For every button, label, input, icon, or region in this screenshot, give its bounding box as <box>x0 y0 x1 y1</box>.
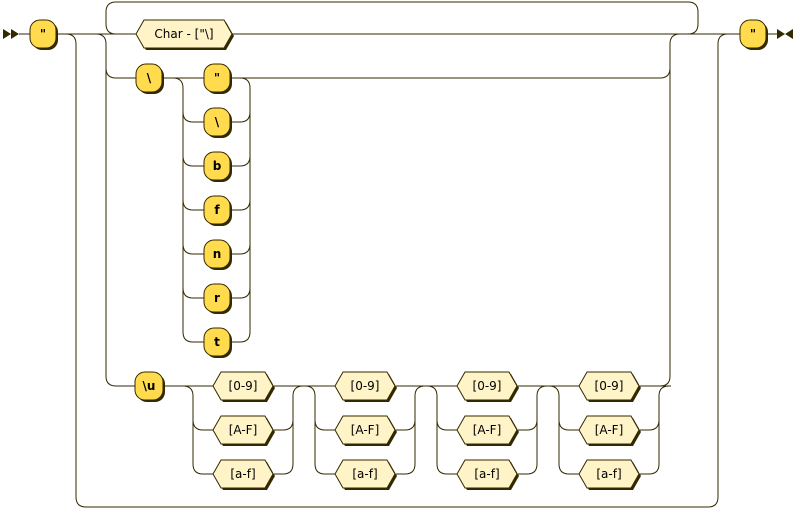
hex-digit-nonterminal: [A-F] <box>334 415 397 446</box>
escape-char-terminal-label: f <box>214 203 220 217</box>
hex-digit-nonterminal-label: [A-F] <box>229 423 258 437</box>
hex-right-branch <box>396 419 416 431</box>
escape-right-rail <box>231 88 251 343</box>
hex-digit-nonterminal-label: [0-9] <box>351 379 380 393</box>
escape-char-terminal: n <box>203 239 232 270</box>
hex-left-branch <box>192 419 213 431</box>
hex-digit-nonterminal-label: [0-9] <box>595 379 624 393</box>
unicode-prefix-terminal-label: \u <box>143 379 156 393</box>
escape-char-terminal-label: n <box>213 247 222 261</box>
hex-digit-nonterminal-label: [0-9] <box>229 379 258 393</box>
start-quote-terminal-label: " <box>40 27 46 41</box>
hex-digit-nonterminal: [0-9] <box>578 371 641 402</box>
diagram-lines <box>19 1 777 508</box>
hex-digit-nonterminal: [a-f] <box>212 459 275 490</box>
escape-char-terminal: r <box>203 283 232 314</box>
escape-branch <box>182 155 204 167</box>
hex-digit-nonterminal-label: [a-f] <box>596 467 621 481</box>
unicode-prefix-terminal: \u <box>134 371 165 402</box>
hex-left-branch <box>314 419 335 431</box>
escape-char-terminal: \ <box>203 107 232 138</box>
escape-char-terminal-label: t <box>214 335 220 349</box>
hex-digit-nonterminal: [a-f] <box>334 459 397 490</box>
end-quote-terminal-label: " <box>750 27 756 41</box>
escape-char-terminal-label: \ <box>215 115 220 129</box>
escape-branch <box>182 287 204 299</box>
escape-branch <box>182 111 204 123</box>
hex-digit-nonterminal: [A-F] <box>212 415 275 446</box>
hex-right-branch <box>274 419 294 431</box>
escape-char-terminal-label: " <box>214 71 220 85</box>
escape-char-terminal-label: b <box>213 159 222 173</box>
hex-digit-nonterminal: [A-F] <box>456 415 519 446</box>
hex-digit-nonterminal: [A-F] <box>578 415 641 446</box>
start-quote-terminal: " <box>29 19 58 50</box>
hex-digit-nonterminal-label: [A-F] <box>473 423 502 437</box>
escape-char-terminal: b <box>203 151 232 182</box>
hex-right-branch <box>518 419 538 431</box>
escape-char-terminal: f <box>203 195 232 226</box>
backslash-terminal: \ <box>135 63 164 94</box>
hex-digit-nonterminal-label: [a-f] <box>352 467 377 481</box>
escape-char-terminal: t <box>203 327 232 358</box>
end-marker-icon <box>777 29 793 39</box>
escape-branch-right <box>231 155 251 167</box>
hex-left-branch <box>558 419 579 431</box>
hex-digit-nonterminal-label: [A-F] <box>351 423 380 437</box>
escape-branch-right <box>231 243 251 255</box>
hex-digit-nonterminal: [a-f] <box>578 459 641 490</box>
start-marker-icon <box>3 29 19 39</box>
end-quote-terminal: " <box>739 19 768 50</box>
escape-char-terminal-label: r <box>214 291 220 305</box>
escape-branch-right <box>231 199 251 211</box>
hex-digit-nonterminal: [a-f] <box>456 459 519 490</box>
char-nonterminal-label: Char - ["\] <box>154 27 213 41</box>
hex-digit-nonterminal-label: [A-F] <box>595 423 624 437</box>
diagram-nodes: " Char - ["\] \ " \ b f n r t \u [0-9] [A-F] [a-f] [0-… <box>29 19 768 490</box>
rail-to-backslash <box>105 67 136 79</box>
rail-to-unicode <box>95 33 136 387</box>
hex-right-branch <box>640 419 660 431</box>
escape-char-terminal: " <box>203 63 232 94</box>
hex-digit-nonterminal: [0-9] <box>334 371 397 402</box>
hex-left-branch <box>436 419 457 431</box>
escape-branch-right <box>231 111 251 123</box>
hex-digit-nonterminal-label: [a-f] <box>474 467 499 481</box>
hex-digit-nonterminal-label: [0-9] <box>473 379 502 393</box>
escape-right-top <box>239 77 251 89</box>
backslash-terminal-label: \ <box>147 71 152 85</box>
char-nonterminal: Char - ["\] <box>135 19 234 50</box>
hex-digit-nonterminal: [0-9] <box>212 371 275 402</box>
escape-branch <box>182 243 204 255</box>
hex-digit-nonterminal-label: [a-f] <box>230 467 255 481</box>
railroad-diagram: " Char - ["\] \ " \ b f n r t \u [0-9] [A-F] [a-f] [0-… <box>3 1 793 508</box>
hex-digit-nonterminal: [0-9] <box>456 371 519 402</box>
escape-branch-right <box>231 287 251 299</box>
escape-branch <box>182 199 204 211</box>
escape-rejoin <box>231 67 671 79</box>
rail-from-unicode <box>659 33 681 387</box>
